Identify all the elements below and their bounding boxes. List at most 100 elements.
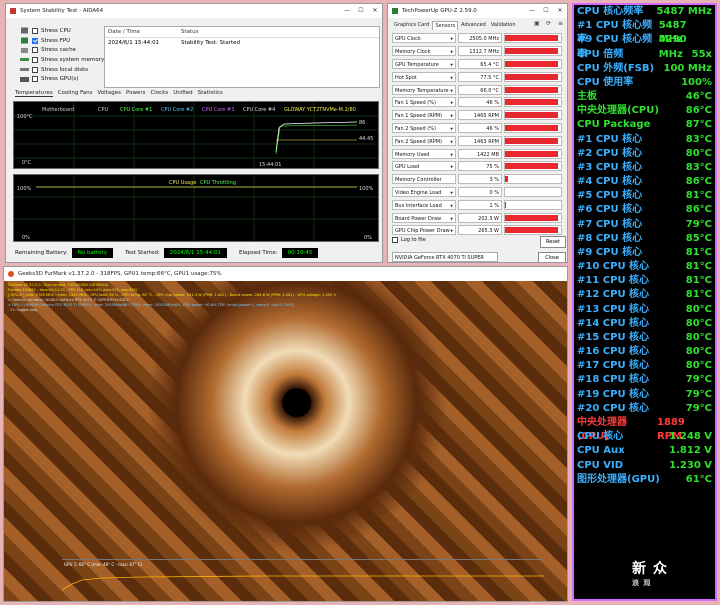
gpuz-window: TechPowerUp GPU-Z 2.59.0 — ☐ ✕ Graphics … <box>387 3 568 263</box>
sensor-graph-fill <box>505 214 559 221</box>
test-started-value: 2024/6/1 15:44:01 <box>163 248 227 258</box>
battery-label: Remaining Battery: <box>15 250 68 256</box>
sensor-graph <box>504 161 562 172</box>
temp-line-cores <box>275 124 358 155</box>
close-button[interactable]: ✕ <box>368 4 382 18</box>
tab-voltages[interactable]: Voltages <box>97 90 121 97</box>
sensor-row: Fan 2 Speed (%)46 % <box>392 122 564 135</box>
stress-fpu-checkbox[interactable] <box>32 37 38 44</box>
screenshot-icon[interactable]: ▣ <box>534 20 540 27</box>
device-select[interactable]: NVIDIA GeForce RTX 4070 Ti SUPER <box>392 252 498 262</box>
sensor-panel-label: 中央处理器(CPU) <box>577 416 627 443</box>
status-log-header: Date / Time Status <box>105 27 379 38</box>
sensor-panel-value: 46°C <box>685 91 712 103</box>
stress-disks-row[interactable]: Stress local disks <box>20 65 104 75</box>
refresh-icon[interactable]: ⟳ <box>546 20 551 27</box>
sensor-panel-label: CPU 外频(FSB) <box>577 62 655 74</box>
aida64-titlebar: System Stability Test - AIDA64 — ☐ ✕ <box>6 4 382 18</box>
sensor-name-dropdown[interactable]: GPU Load <box>392 161 456 172</box>
sensor-name-dropdown[interactable]: GPU Temperature <box>392 58 456 70</box>
sensor-value: 0 % <box>458 186 502 197</box>
gpuz-close-button[interactable]: ✕ <box>553 4 567 18</box>
status-column-header[interactable]: Status <box>178 27 199 37</box>
tab-cooling-fans[interactable]: Cooling Fans <box>58 90 93 97</box>
stress-cache-row[interactable]: Stress cache <box>20 45 104 55</box>
temp-line-cpu <box>275 121 358 153</box>
tab-advanced[interactable]: Advanced <box>459 21 488 30</box>
gpuz-maximize-button[interactable]: ☐ <box>539 4 553 18</box>
tab-sensors[interactable]: Sensors <box>432 21 459 30</box>
sensor-panel-value: 80°C <box>685 147 712 159</box>
stress-fpu-row[interactable]: Stress FPU <box>20 36 104 46</box>
sensor-name-dropdown[interactable]: Bus Interface Load <box>392 199 456 211</box>
sensor-name-dropdown[interactable]: Fan 1 Speed (%) <box>392 97 456 108</box>
sensor-panel-row: #5 CPU 核心 81°C <box>574 189 715 203</box>
sensor-name-dropdown[interactable]: Hot Spot <box>392 71 456 83</box>
status-log: Date / Time Status 2024/6/1 15:44:01 Sta… <box>104 26 380 88</box>
furmark-window: Geeks3D FurMark v1.37.2.0 - 318FPS, GPU1… <box>3 266 568 602</box>
sensor-graph <box>504 122 562 133</box>
sensor-panel-label: #5 CPU 核心 <box>577 190 643 202</box>
sensor-panel-row: #14 CPU 核心 80°C <box>574 317 715 331</box>
stress-gpu-checkbox[interactable] <box>32 76 38 83</box>
sensor-panel-label: #15 CPU 核心 <box>577 331 650 343</box>
stress-disks-checkbox[interactable] <box>32 66 38 73</box>
sensor-name-dropdown[interactable]: Fan 1 Speed (RPM) <box>392 110 456 121</box>
sensor-panel: CPU 核心频率 5487 MHz #1 CPU 核心频率 5487 MHz #9 CP… <box>572 3 717 601</box>
sensor-panel-row: CPU Package 87°C <box>574 118 715 132</box>
sensor-name-dropdown[interactable]: Fan 2 Speed (%) <box>392 122 456 134</box>
osd-line-5: > GPU 1 (NVIDIA GeForce RTX 4070 Ti SUPE… <box>8 303 294 307</box>
sensor-name-dropdown[interactable]: Memory Controller Load <box>392 174 456 195</box>
tab-temperatures[interactable]: Temperatures <box>15 90 53 97</box>
reset-button[interactable]: Reset <box>540 236 566 248</box>
tab-powers[interactable]: Powers <box>126 90 146 97</box>
log-to-file-row[interactable]: Log to file <box>392 237 426 243</box>
tab-clocks[interactable]: Clocks <box>150 90 168 97</box>
stress-memory-checkbox[interactable] <box>32 56 38 63</box>
gpuz-minimize-button[interactable]: — <box>525 4 539 18</box>
sensor-name-dropdown[interactable]: Memory Clock <box>392 46 456 57</box>
tab-statistics[interactable]: Statistics <box>198 90 223 97</box>
tab-graphics-card[interactable]: Graphics Card <box>392 21 431 30</box>
tab-validation[interactable]: Validation <box>489 21 518 30</box>
sensor-name-dropdown[interactable]: GPU Chip Power Draw <box>392 225 456 236</box>
stress-cpu-checkbox[interactable] <box>32 27 38 34</box>
close-window-button[interactable]: Close <box>538 252 566 262</box>
sensor-panel-row: #3 CPU 核心 83°C <box>574 161 715 175</box>
sensor-panel-label: #16 CPU 核心 <box>577 346 650 358</box>
sensor-name-dropdown[interactable]: Memory Used <box>392 148 456 160</box>
usage-axis-top-left: 100% <box>17 186 32 192</box>
furmark-app-icon <box>8 271 14 277</box>
furmark-render-view: FurMark v1.37.2.0 - Burn-in test, 1920x1… <box>4 281 567 601</box>
log-row: 2024/6/1 15:44:01 Stability Test: Starte… <box>105 38 379 48</box>
sensor-graph <box>504 135 562 146</box>
legend-core2: CPU Core #2 <box>161 107 193 113</box>
stress-cpu-row[interactable]: Stress CPU <box>20 26 104 36</box>
sensor-name-dropdown[interactable]: GPU Clock <box>392 33 456 44</box>
stress-cache-checkbox[interactable] <box>32 47 38 54</box>
sensor-graph <box>504 46 562 57</box>
cache-icon <box>21 47 28 53</box>
log-to-file-checkbox[interactable] <box>392 237 398 243</box>
sensor-name-dropdown[interactable]: Video Engine Load <box>392 186 456 198</box>
stress-gpu-row[interactable]: Stress GPU(s) <box>20 74 104 84</box>
stress-memory-row[interactable]: Stress system memory <box>20 55 104 65</box>
usage-graph-canvas: CPU Usage CPU Throttling 100% 0% 100% 0% <box>14 175 378 241</box>
sensor-panel-value: 80°C <box>685 346 712 358</box>
sensor-name-dropdown[interactable]: Memory Temperature <box>392 84 456 96</box>
sensor-row: Fan 1 Speed (%)46 % <box>392 96 564 109</box>
maximize-button[interactable]: ☐ <box>354 4 368 18</box>
tab-unified[interactable]: Unified <box>173 90 192 97</box>
sensor-name-dropdown[interactable]: Board Power Draw <box>392 212 456 224</box>
menu-icon[interactable]: ≡ <box>558 20 563 27</box>
sensor-value: 2505.0 MHz <box>458 33 502 44</box>
sensor-panel-row: #10 CPU 核心 81°C <box>574 260 715 274</box>
datetime-column-header[interactable]: Date / Time <box>105 27 178 37</box>
sensor-name-dropdown[interactable]: Fan 2 Speed (RPM) <box>392 135 456 147</box>
sensor-graph <box>504 212 562 223</box>
sensor-panel-label: #18 CPU 核心 <box>577 374 650 386</box>
sensor-panel-value: 80°C <box>685 360 712 372</box>
minimize-button[interactable]: — <box>340 4 354 18</box>
sensor-value: 265.3 W <box>458 225 502 236</box>
sensor-panel-label: CPU 倍频 <box>577 48 624 60</box>
